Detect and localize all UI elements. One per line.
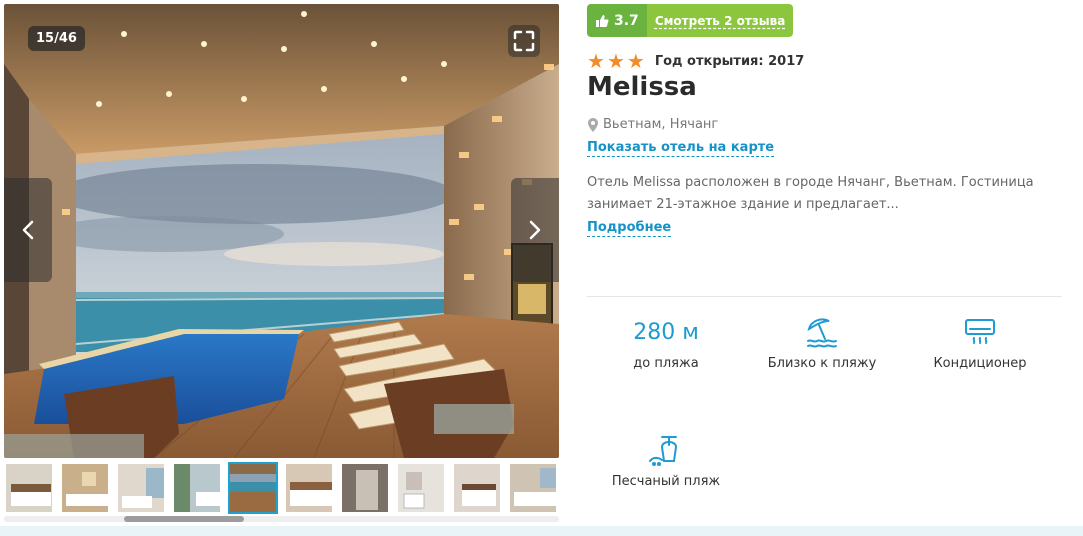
hotel-card: 15/46 3.7 Смотреть 2 отзыва ★ ★ ★ Год от… <box>0 0 1083 526</box>
feature-label: до пляжа <box>633 356 699 371</box>
feature-near-beach: Близко к пляжу <box>742 314 902 371</box>
feature-label: Близко к пляжу <box>767 356 877 371</box>
star-icon: ★ <box>587 49 605 73</box>
bottom-strip <box>0 526 1083 536</box>
sand-beach-icon <box>649 436 678 466</box>
thumbnail[interactable] <box>396 462 446 514</box>
thumbnail[interactable] <box>284 462 334 514</box>
hotel-description: Отель Melissa расположен в городе Нячанг… <box>587 175 1034 212</box>
thumbnail-scrollbar[interactable] <box>4 516 559 522</box>
thumbnail[interactable] <box>60 462 110 514</box>
fullscreen-icon <box>513 30 535 52</box>
chevron-right-icon <box>529 220 541 240</box>
next-photo-button[interactable] <box>511 178 559 282</box>
prev-photo-button[interactable] <box>4 178 52 282</box>
thumbs-up-icon <box>596 14 609 27</box>
feature-label: Песчаный пляж <box>611 474 721 489</box>
stars-row: ★ ★ ★ Год открытия: 2017 <box>587 51 804 71</box>
thumbnail[interactable] <box>116 462 166 514</box>
feature-beach-distance: 280 м до пляжа <box>586 314 746 372</box>
thumbnail[interactable] <box>508 462 558 514</box>
thumbnail-strip <box>4 462 559 516</box>
rating-badge[interactable]: 3.7 Смотреть 2 отзыва <box>587 4 794 37</box>
air-conditioner-icon <box>965 319 995 344</box>
photo-counter: 15/46 <box>28 26 85 51</box>
location: Вьетнам, Нячанг <box>588 117 718 132</box>
feature-label: Кондиционер <box>933 356 1027 371</box>
divider <box>587 296 1062 297</box>
map-pin-icon <box>588 117 598 132</box>
star-icon: ★ <box>626 49 645 73</box>
thumbnail[interactable] <box>340 462 390 514</box>
hotel-name: Melissa <box>587 72 697 102</box>
rating-value: 3.7 <box>614 12 639 29</box>
opening-year: Год открытия: 2017 <box>654 53 805 69</box>
fullscreen-button[interactable] <box>508 25 540 57</box>
beach-distance-value: 280 м <box>633 319 699 345</box>
chevron-left-icon <box>22 220 34 240</box>
star-icon: ★ <box>606 49 625 73</box>
thumbnail[interactable] <box>172 462 222 514</box>
scrollbar-handle[interactable] <box>124 516 244 522</box>
thumbnail[interactable] <box>452 462 502 514</box>
more-details-link[interactable]: Подробнее <box>587 219 672 237</box>
rating-score: 3.7 <box>587 4 647 37</box>
thumbnail[interactable] <box>4 462 54 514</box>
hotel-photo[interactable] <box>4 4 559 458</box>
feature-sand-beach: Песчаный пляж <box>586 432 746 489</box>
location-text: Вьетнам, Нячанг <box>603 117 719 132</box>
reviews-link[interactable]: Смотреть 2 отзыва <box>646 4 794 37</box>
feature-air-conditioning: Кондиционер <box>900 314 1060 371</box>
thumbnail-active[interactable] <box>228 462 278 514</box>
beach-umbrella-icon <box>807 318 837 348</box>
show-on-map-link[interactable]: Показать отель на карте <box>587 139 775 157</box>
photo-gallery: 15/46 <box>4 4 559 458</box>
